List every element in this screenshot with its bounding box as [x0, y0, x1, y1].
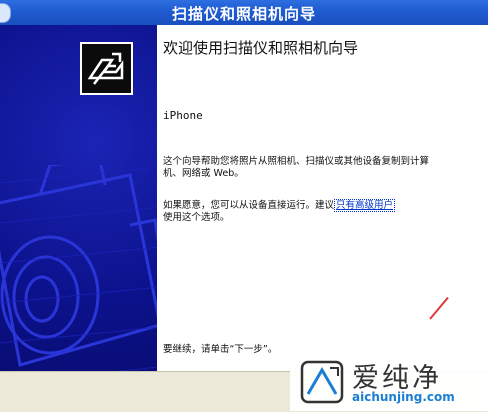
watermark: 爱纯净 aichunjing.com [290, 353, 488, 411]
wizard-icon [80, 42, 133, 95]
continue-instruction: 要继续，请单击“下一步”。 [163, 344, 278, 355]
wizard-side-panel [0, 25, 157, 411]
advanced-option-text: 如果愿意，您可以从设备直接运行。建议 只有高级用户 使用这个选项。 [163, 199, 488, 224]
description-line: 机、网络或 Web。 [163, 168, 244, 179]
wizard-description: 这个向导帮助您将照片从照相机、扫描仪或其他设备复制到计算 机、网络或 Web。 [163, 156, 488, 180]
watermark-url: aichunjing.com [352, 390, 455, 404]
window-title: 扫描仪和照相机向导 [171, 5, 316, 23]
window-titlebar[interactable]: 扫描仪和照相机向导 [0, 0, 488, 26]
wizard-heading: 欢迎使用扫描仪和照相机向导 [163, 39, 359, 57]
watermark-logo-icon [300, 360, 344, 404]
advanced-users-link[interactable]: 只有高级用户 [334, 199, 396, 212]
wizard-content: 欢迎使用扫描仪和照相机向导 iPhone 这个向导帮助您将照片从照相机、扫描仪或… [157, 25, 488, 371]
device-name: iPhone [163, 109, 203, 122]
advanced-text: 如果愿意，您可以从设备直接运行。建议 [163, 200, 335, 211]
advanced-text-line2: 使用这个选项。 [163, 212, 230, 223]
description-line: 这个向导帮助您将照片从照相机、扫描仪或其他设备复制到计算 [163, 156, 430, 167]
camera-illustration-icon [0, 165, 157, 384]
